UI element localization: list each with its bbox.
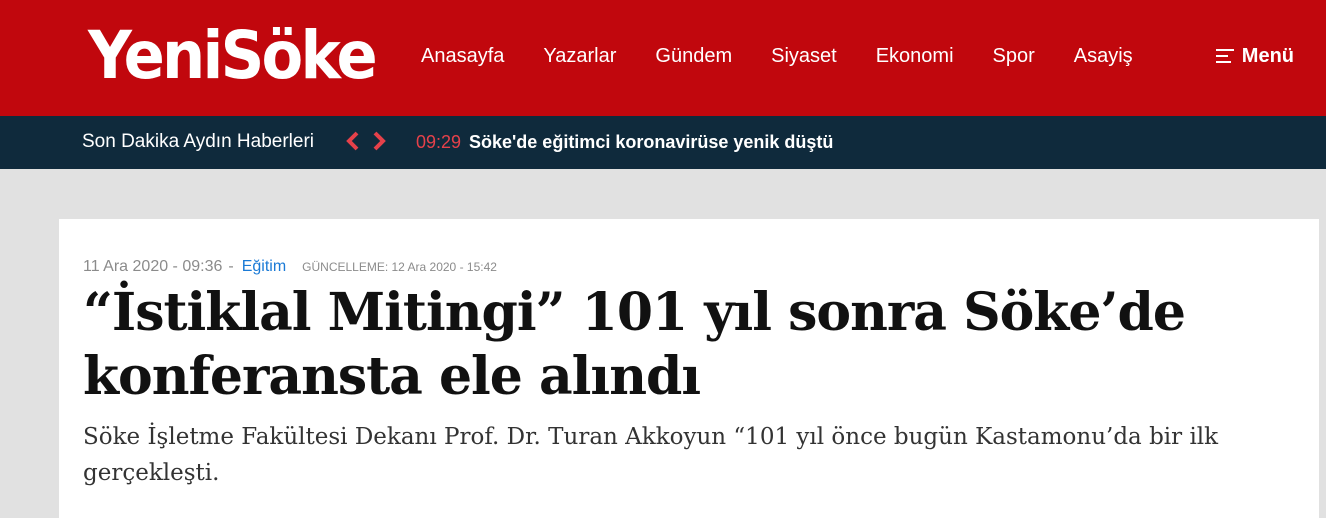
- nav-item-siyaset[interactable]: Siyaset: [771, 44, 837, 68]
- nav-item-gundem[interactable]: Gündem: [655, 44, 732, 68]
- nav-item-yazarlar[interactable]: Yazarlar: [543, 44, 616, 68]
- ticker-controls: [344, 130, 388, 157]
- ticker-label: Son Dakika Aydın Haberleri: [82, 131, 314, 152]
- nav-item-ekonomi[interactable]: Ekonomi: [876, 44, 954, 68]
- meta-separator: -: [228, 258, 234, 275]
- main-nav: Anasayfa Yazarlar Gündem Siyaset Ekonomi…: [421, 44, 1172, 68]
- menu-button[interactable]: Menü: [1215, 44, 1294, 68]
- chevron-left-icon[interactable]: [344, 130, 362, 157]
- category-link[interactable]: Eğitim: [242, 258, 286, 276]
- nav-item-asayis[interactable]: Asayiş: [1074, 44, 1133, 68]
- article-card: 11 Ara 2020 - 09:36 - Eğitim GÜNCELLEME:…: [59, 219, 1319, 518]
- breaking-news-ticker: Son Dakika Aydın Haberleri 09:29 Söke'de…: [0, 116, 1326, 169]
- article-summary: Söke İşletme Fakültesi Dekanı Prof. Dr. …: [83, 424, 1219, 486]
- ticker-headline-link[interactable]: Söke'de eğitimci koronavirüse yenik düşt…: [469, 131, 833, 153]
- hamburger-icon: [1215, 49, 1234, 63]
- nav-item-anasayfa[interactable]: Anasayfa: [421, 44, 504, 68]
- site-header: YeniSöke Anasayfa Yazarlar Gündem Siyase…: [0, 0, 1326, 116]
- article-title: “İstiklal Mitingi” 101 yıl sonra Söke’de…: [83, 282, 1186, 407]
- ticker-time: 09:29: [416, 132, 462, 152]
- site-logo[interactable]: YeniSöke: [88, 10, 378, 100]
- updated-date: GÜNCELLEME: 12 Ara 2020 - 15:42: [302, 260, 497, 274]
- article-meta: 11 Ara 2020 - 09:36 - Eğitim GÜNCELLEME:…: [83, 258, 497, 276]
- nav-item-spor[interactable]: Spor: [993, 44, 1035, 68]
- menu-label: Menü: [1241, 45, 1294, 67]
- publish-date: 11 Ara 2020 - 09:36: [83, 258, 223, 275]
- chevron-right-icon[interactable]: [370, 130, 388, 157]
